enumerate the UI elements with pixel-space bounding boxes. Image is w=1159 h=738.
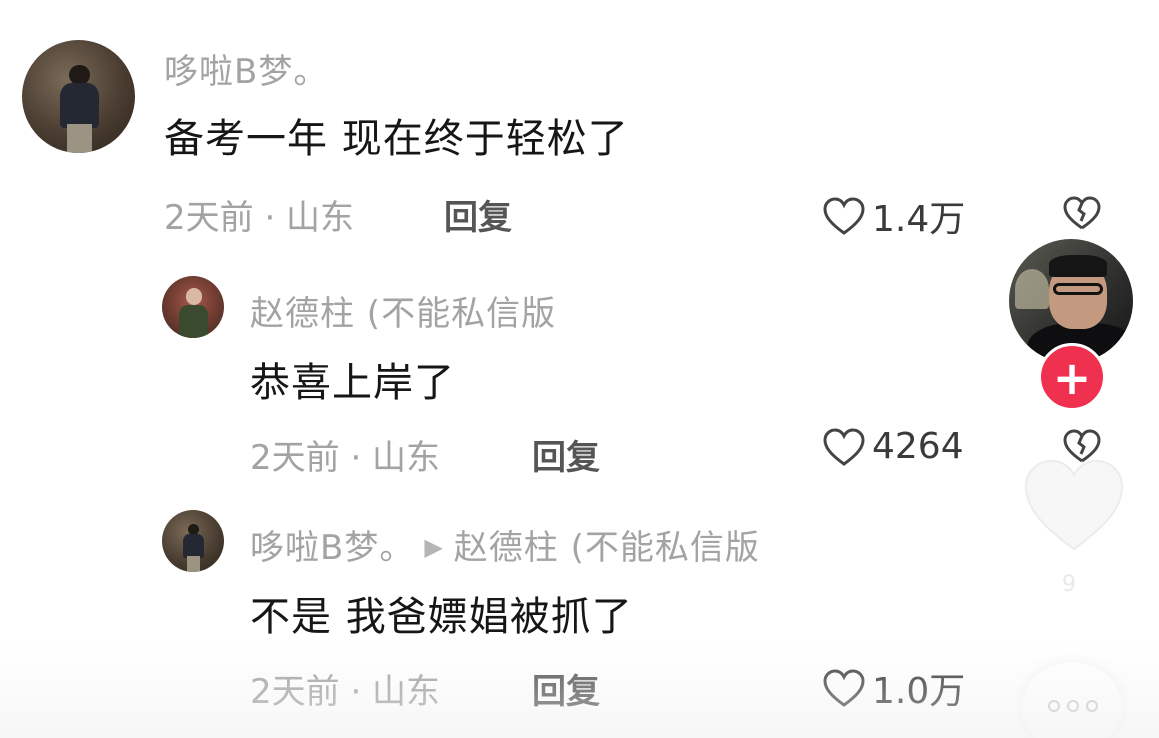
avatar[interactable] <box>162 510 224 572</box>
comment-meta: 2天前 · 山东 <box>250 672 441 712</box>
dislike-button[interactable] <box>1062 195 1102 235</box>
more-dots-icon <box>1048 700 1098 712</box>
avatar[interactable] <box>22 40 135 153</box>
comment-username[interactable]: 哆啦B梦。 <box>250 528 414 568</box>
like-count: 4264 <box>872 426 964 467</box>
comment-meta: 2天前 · 山东 <box>250 438 441 478</box>
video-like-count: 9 <box>1062 572 1076 597</box>
comment-username[interactable]: 哆啦B梦。 <box>164 44 328 93</box>
avatar[interactable] <box>162 276 224 338</box>
reply-to-username[interactable]: 赵德柱 (不能私信版 <box>454 528 760 568</box>
comment-text: 恭喜上岸了 <box>250 360 455 406</box>
comment-text: 备考一年 现在终于轻松了 <box>164 116 629 162</box>
comment-username-line: 哆啦B梦。 ▶ 赵德柱 (不能私信版 <box>250 520 760 569</box>
comment-section: 哆啦B梦。 备考一年 现在终于轻松了 2天前 · 山东 回复 1.4万 赵德柱 … <box>0 0 1159 738</box>
play-arrow-icon: ▶ <box>424 533 444 561</box>
like-count: 1.0万 <box>872 671 966 712</box>
like-button[interactable]: 4264 <box>822 426 964 467</box>
like-button[interactable]: 1.0万 <box>822 662 965 714</box>
reply-button[interactable]: 回复 <box>532 430 600 479</box>
heart-outline-icon <box>823 427 865 466</box>
comment-meta: 2天前 · 山东 <box>164 198 355 238</box>
follow-button[interactable]: + <box>1038 343 1106 411</box>
like-count: 1.4万 <box>872 199 966 240</box>
comment-username[interactable]: 赵德柱 (不能私信版 <box>250 286 556 335</box>
more-button[interactable] <box>1022 662 1122 738</box>
heart-outline-icon <box>823 197 865 235</box>
reply-button[interactable]: 回复 <box>444 190 512 239</box>
heart-outline-icon <box>823 669 865 707</box>
video-like-button[interactable] <box>1020 455 1128 555</box>
heart-icon <box>1024 459 1124 551</box>
plus-icon: + <box>1052 351 1092 405</box>
reply-button[interactable]: 回复 <box>532 664 600 713</box>
heart-broken-icon <box>1063 196 1101 230</box>
comment-text: 不是 我爸嫖娼被抓了 <box>250 594 633 640</box>
like-button[interactable]: 1.4万 <box>822 190 965 242</box>
